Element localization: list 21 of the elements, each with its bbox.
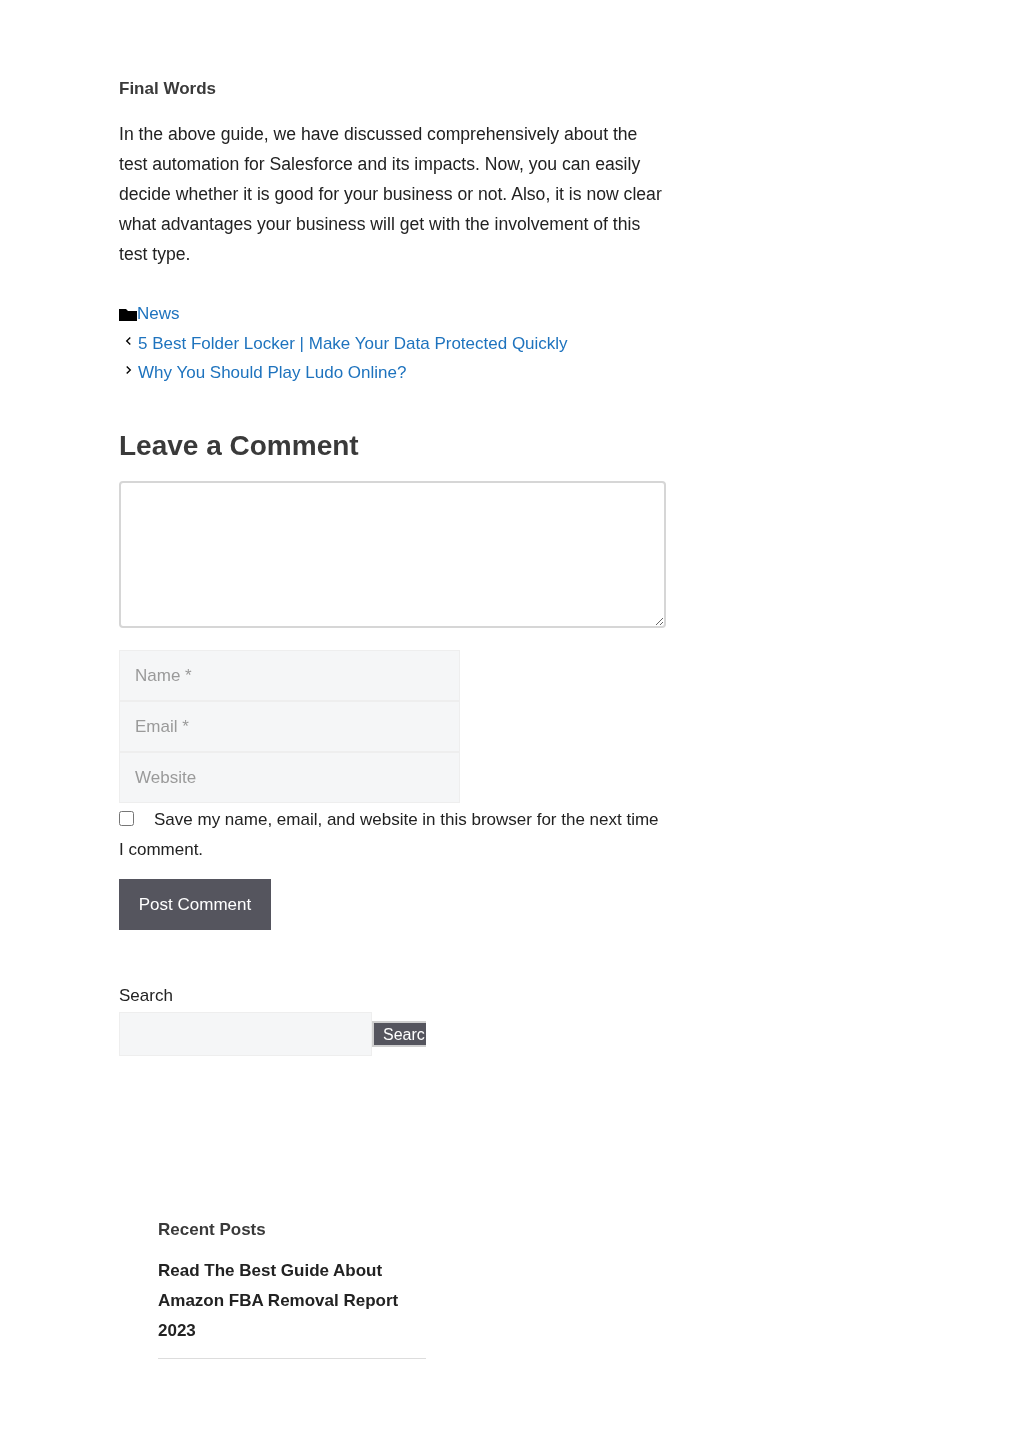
category-link[interactable]: News bbox=[137, 301, 180, 327]
chevron-right-icon bbox=[124, 365, 133, 375]
consent-label[interactable]: Save my name, email, and website in this browser for the next time I comment. bbox=[119, 805, 666, 865]
recent-post-link[interactable]: Read The Best Guide About Amazon FBA Removal Report 2023 bbox=[158, 1256, 426, 1346]
paragraph: In the above guide, we have discussed comprehensively about the test automation for Salesforce and its impacts. Now, you can easily decide whether it is good for your business or not. Also, it is now clear what advantages your business will get with the involvement of this test type. bbox=[119, 123, 663, 266]
input-field[interactable]: Email * bbox=[119, 701, 460, 752]
search-field[interactable] bbox=[119, 1012, 372, 1056]
post-link[interactable]: 5 Best Folder Locker | Make Your Data Protected Quickly bbox=[138, 330, 568, 357]
folder-icon bbox=[119, 307, 137, 321]
section-heading: Final Words bbox=[119, 78, 217, 100]
comment-field[interactable] bbox=[119, 481, 666, 628]
checkbox[interactable] bbox=[119, 811, 134, 826]
search-label: Search bbox=[119, 985, 174, 1007]
input-field[interactable]: Name * bbox=[119, 650, 460, 701]
post-comment-button[interactable]: Post Comment bbox=[119, 879, 271, 930]
chevron-left-icon bbox=[124, 336, 133, 346]
post-link[interactable]: Why You Should Play Ludo Online? bbox=[138, 359, 407, 386]
input-field[interactable]: Website bbox=[119, 752, 460, 803]
search-button[interactable]: Searc bbox=[372, 1021, 426, 1047]
widget-title: Recent Posts bbox=[158, 1219, 267, 1241]
comment-heading: Leave a Comment bbox=[119, 429, 360, 463]
